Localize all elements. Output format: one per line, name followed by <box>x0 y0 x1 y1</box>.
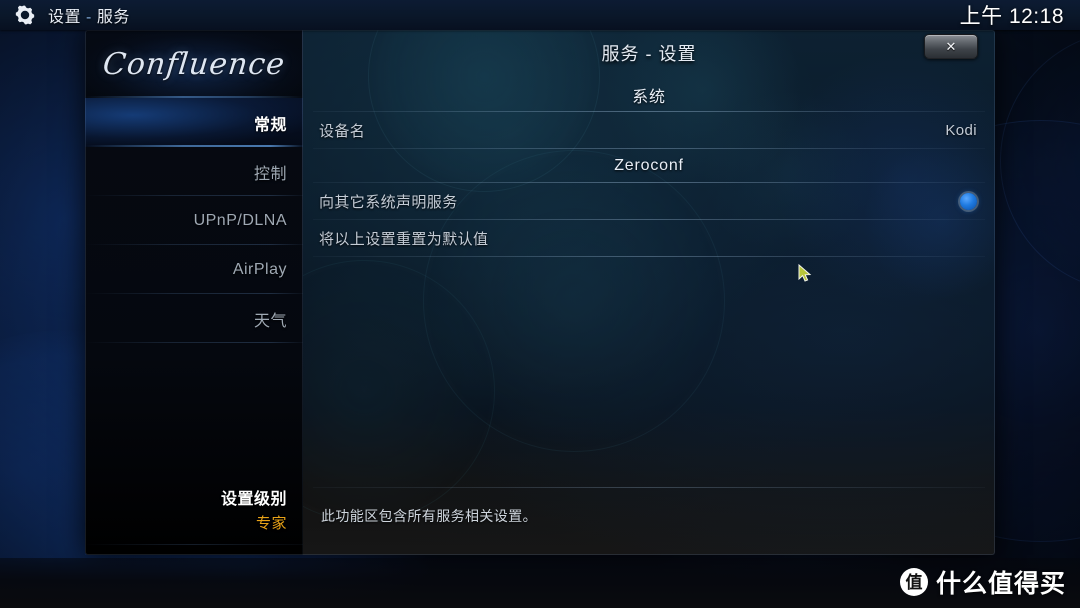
setting-label: 设备名 <box>319 123 366 140</box>
sidebar-item-label: 控制 <box>253 165 287 183</box>
setting-value: Kodi <box>945 122 977 139</box>
watermark-logo-icon: 值 <box>899 568 928 596</box>
category-menu: 常规 控制 UPnP/DLNA AirPlay 天气 <box>85 98 303 343</box>
sidebar-item-upnp-dlna[interactable]: UPnP/DLNA <box>85 196 303 245</box>
top-bar: 设置 - 服务 上午 12:18 <box>0 0 1080 30</box>
help-text: 此功能区包含所有服务相关设置。 <box>321 508 537 524</box>
skin-logo-text: Confluence <box>101 46 287 82</box>
settings-level-selector[interactable]: 设置级别 专家 <box>85 485 303 533</box>
settings-level-label: 设置级别 <box>220 491 287 508</box>
breadcrumb: 设置 - 服务 <box>48 3 130 27</box>
sidebar-item-airplay[interactable]: AirPlay <box>85 245 303 294</box>
setting-row-device-name[interactable]: 设备名 Kodi <box>303 112 995 149</box>
settings-sidebar: Confluence 常规 控制 UPnP/DLNA AirPlay 天气 设置… <box>85 30 303 555</box>
breadcrumb-title: 设置 <box>48 9 82 26</box>
sidebar-item-weather[interactable]: 天气 <box>85 294 303 343</box>
sidebar-item-control[interactable]: 控制 <box>85 147 303 196</box>
sidebar-item-label: 天气 <box>253 312 287 330</box>
settings-level-value: 专家 <box>255 515 287 532</box>
sidebar-item-label: AirPlay <box>232 260 287 278</box>
announce-services-toggle[interactable] <box>960 193 977 210</box>
skin-logo: Confluence <box>85 30 303 98</box>
watermark: 值 什么值得买 <box>899 564 1066 600</box>
help-divider <box>313 487 985 488</box>
sidebar-item-label: 常规 <box>253 116 287 134</box>
breadcrumb-subtitle: 服务 <box>96 9 130 26</box>
settings-dialog: Confluence 常规 控制 UPnP/DLNA AirPlay 天气 设置… <box>85 30 995 555</box>
sidebar-bottom-divider <box>85 544 303 545</box>
clock: 上午 12:18 <box>959 5 1064 28</box>
kodi-settings-screen: 设置 - 服务 上午 12:18 Confluence 常规 控制 UPnP/DLN… <box>0 0 1080 608</box>
sidebar-item-label: UPnP/DLNA <box>193 211 287 229</box>
close-icon: ✕ <box>945 39 957 54</box>
group-header-zeroconf: Zeroconf <box>303 149 995 183</box>
setting-label: 将以上设置重置为默认值 <box>319 231 489 248</box>
gear-icon <box>15 5 35 25</box>
setting-row-reset-defaults[interactable]: 将以上设置重置为默认值 <box>303 220 995 257</box>
settings-list: 系统 设备名 Kodi Zeroconf 向其它系统声明服务 将以上设置重置为默… <box>303 78 995 257</box>
setting-label: 向其它系统声明服务 <box>319 194 458 211</box>
group-header-system: 系统 <box>303 78 995 112</box>
settings-content-panel: 服务 - 设置 ✕ 系统 设备名 Kodi Zeroconf 向其它系统声明服务… <box>303 30 995 555</box>
setting-row-announce-services[interactable]: 向其它系统声明服务 <box>303 183 995 220</box>
breadcrumb-separator: - <box>86 9 92 26</box>
watermark-text: 什么值得买 <box>935 570 1066 598</box>
panel-bokeh-circle <box>303 260 495 522</box>
close-button[interactable]: ✕ <box>924 34 978 59</box>
dialog-title: 服务 - 设置 <box>601 44 697 64</box>
sidebar-item-general[interactable]: 常规 <box>85 98 303 147</box>
